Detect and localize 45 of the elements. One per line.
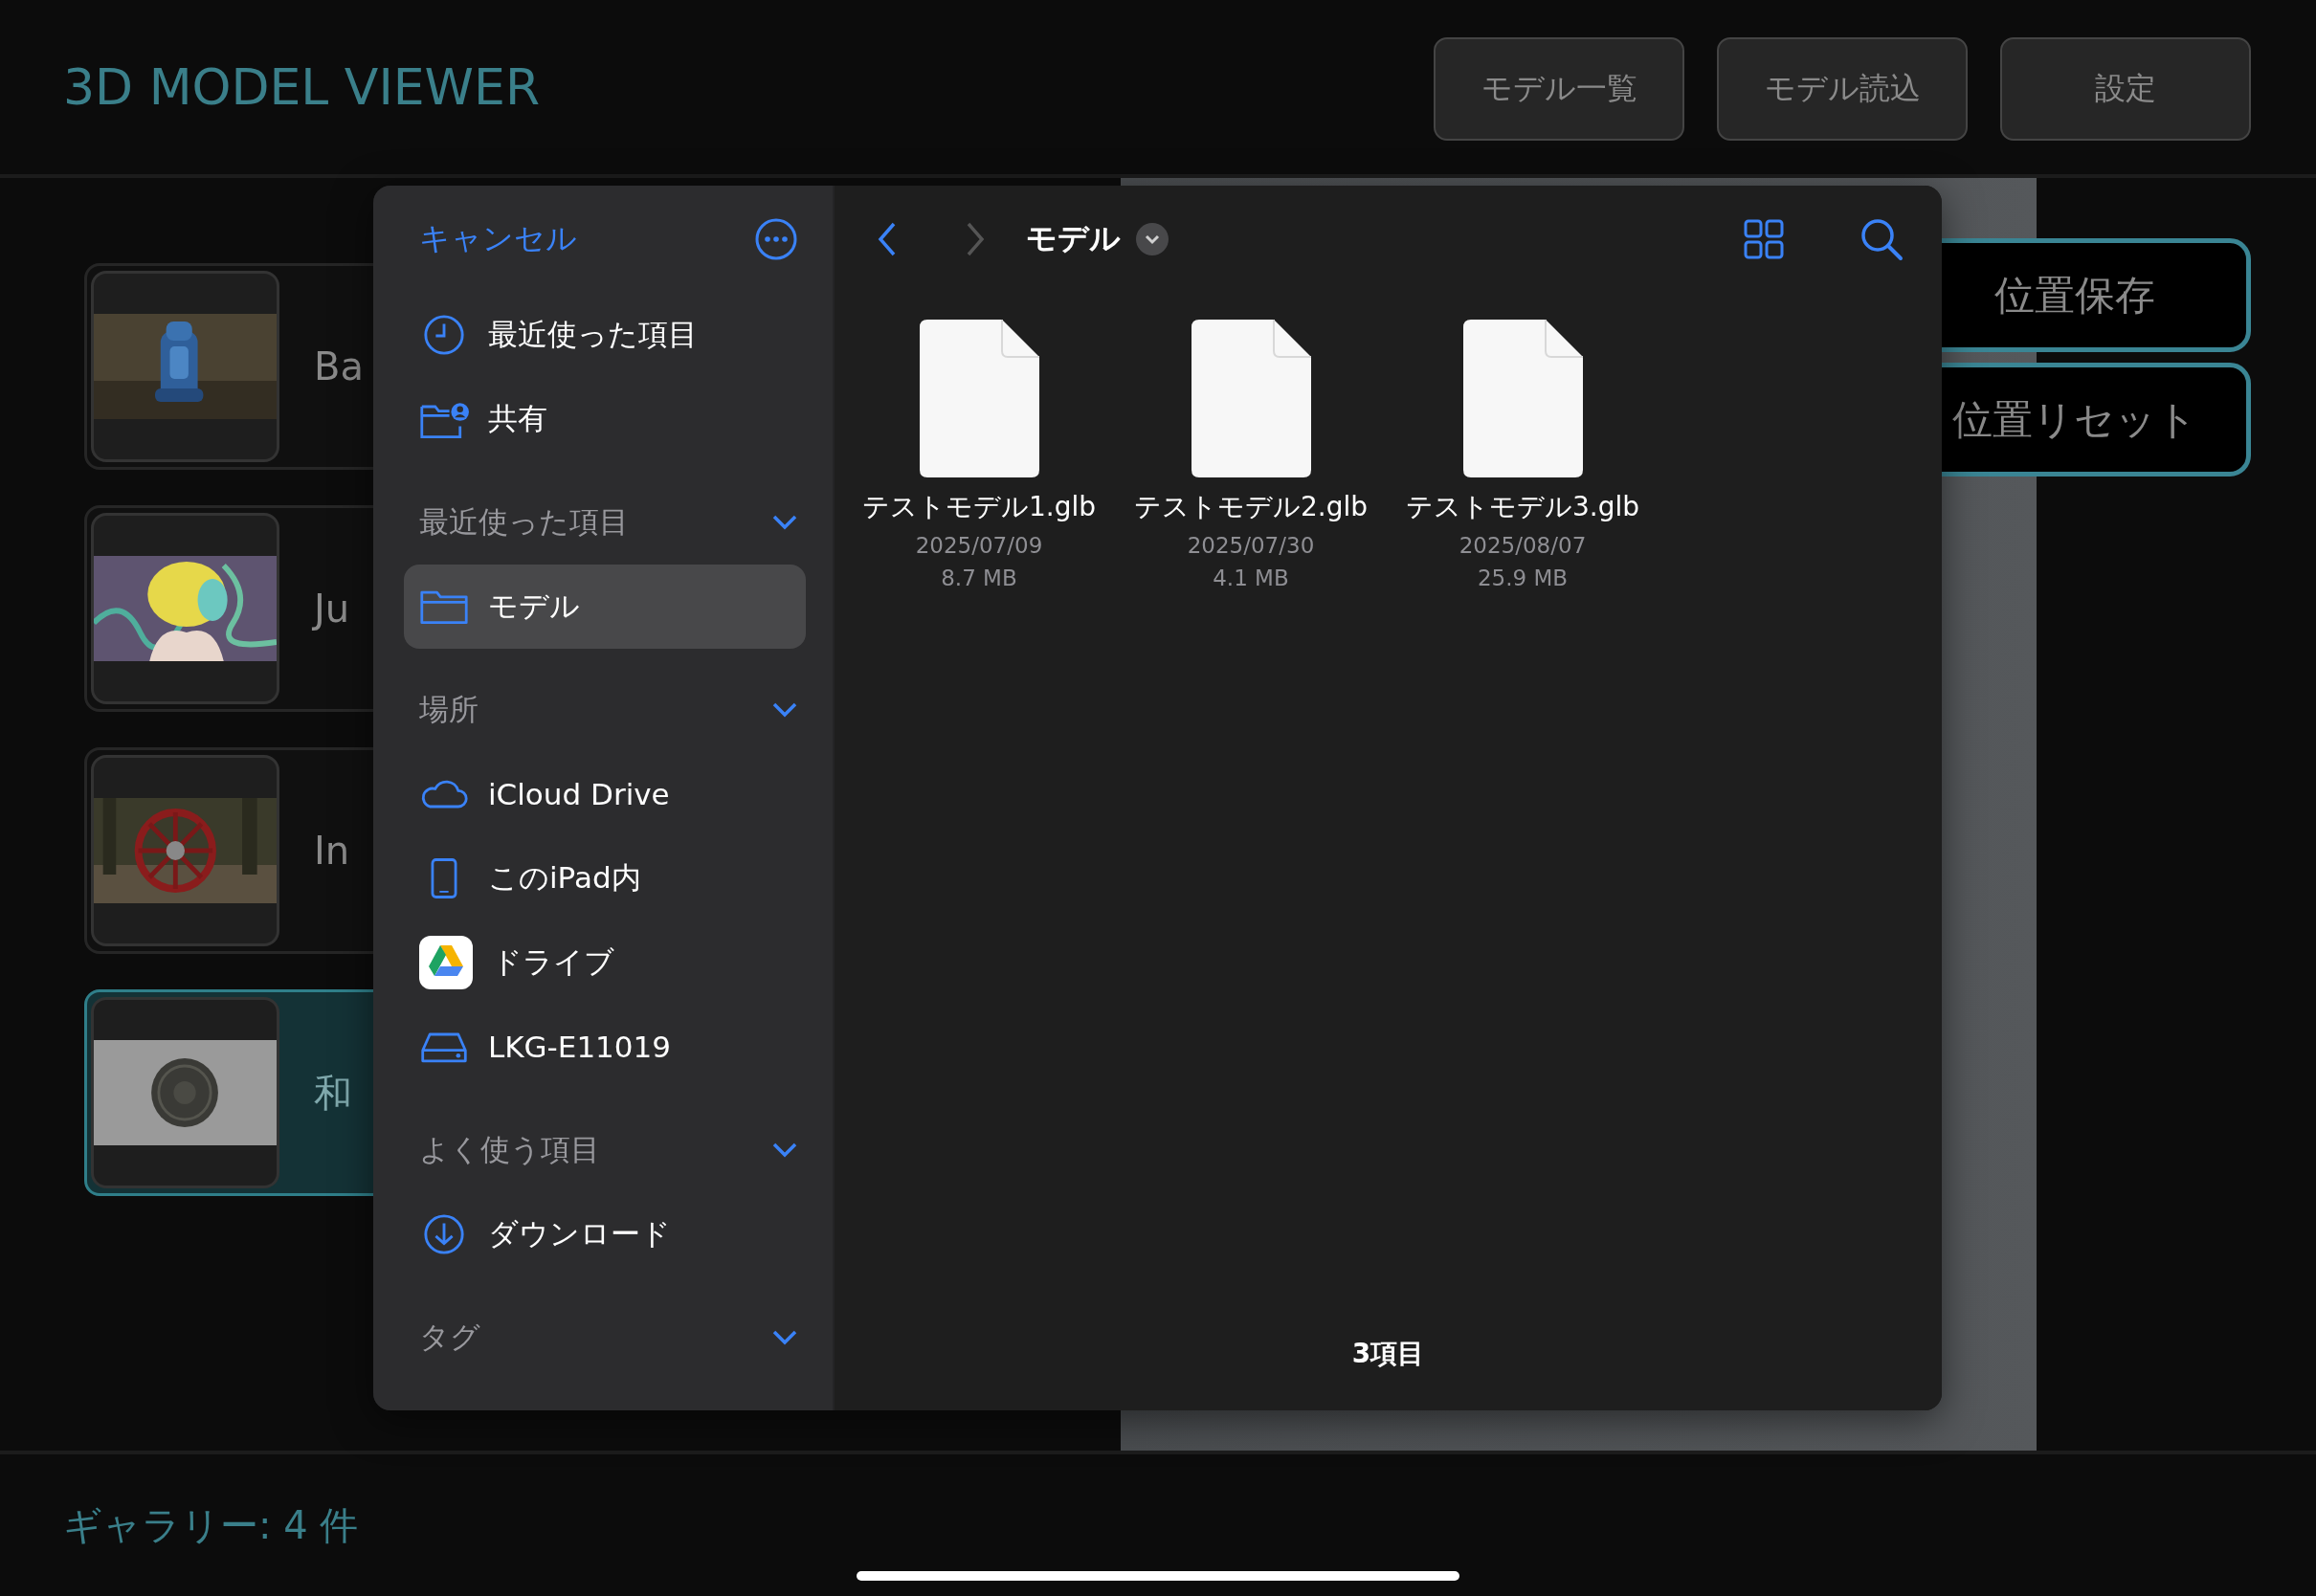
header-button[interactable]: モデル読込 [1717,37,1968,141]
document-icon[interactable] [1191,320,1311,477]
search-icon[interactable] [1859,217,1904,261]
gallery-count: ギャラリー: 4 件 [63,1501,359,1549]
section-title: 最近使った項目 [419,503,629,541]
sidebar-item[interactable]: ドライブ [404,920,806,1005]
file-size: 25.9 MB [1477,565,1569,590]
section-header[interactable]: 最近使った項目 [404,480,806,565]
file-date: 2025/07/09 [915,533,1043,558]
header-button[interactable]: モデル一覧 [1434,37,1684,141]
document-icon[interactable] [1462,320,1583,477]
sidebar-item[interactable]: このiPad内 [404,836,806,920]
sidebar-item[interactable]: 最近使った項目 [404,293,806,377]
sidebar-item[interactable]: iCloud Drive [404,752,806,836]
model-name: 和 [314,1069,352,1117]
file-name: テストモデル1.glb [861,490,1096,524]
sidebar-item[interactable]: モデル [404,565,806,649]
section-header[interactable]: 場所 [404,668,806,752]
section-title: タグ [419,1319,480,1356]
model-name: Ju [314,587,350,631]
grid-view-icon[interactable] [1743,218,1785,260]
model-name: In [314,829,350,873]
header-button[interactable]: 設定 [2000,37,2251,141]
document-icon[interactable] [919,320,1039,477]
file-size: 8.7 MB [941,565,1017,590]
folder-title: モデル [1026,219,1121,258]
more-icon[interactable] [754,217,798,261]
model-name: Ba [314,344,364,388]
app-icon [419,936,473,989]
file-date: 2025/08/07 [1459,533,1587,558]
cancel-button[interactable]: キャンセル [419,218,577,260]
sidebar-item[interactable]: LKG-E11019 [404,1005,806,1089]
sidebar-item[interactable]: 共有 [404,377,806,461]
dropdown-icon[interactable] [1136,223,1169,255]
file-size: 4.1 MB [1213,565,1289,590]
section-header[interactable]: タグ [404,1296,806,1380]
app-title: 3D MODEL VIEWER [63,58,541,116]
sidebar-item[interactable]: ダウンロード [404,1192,806,1276]
file-date: 2025/07/30 [1187,533,1315,558]
file-name: テストモデル2.glb [1133,490,1368,524]
section-header[interactable]: よく使う項目 [404,1108,806,1192]
section-title: 場所 [419,691,479,728]
file-name: テストモデル3.glb [1405,490,1639,524]
item-count: 3項目 [1351,1338,1425,1369]
section-title: よく使う項目 [419,1131,600,1168]
